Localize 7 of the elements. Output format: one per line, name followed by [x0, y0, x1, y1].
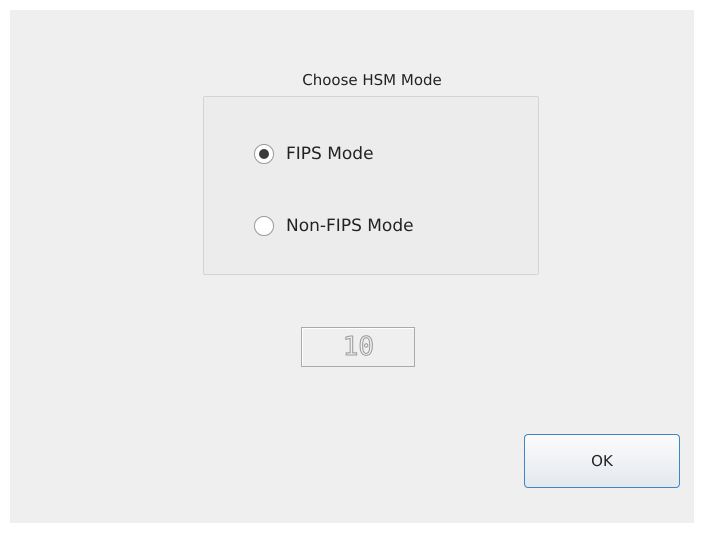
lcd-number: 10	[342, 332, 374, 362]
radio-button[interactable]	[254, 144, 274, 164]
radio-label[interactable]: Non-FIPS Mode	[286, 215, 414, 237]
ok-button[interactable]: OK	[524, 434, 680, 488]
radio-label[interactable]: FIPS Mode	[286, 143, 374, 165]
radio-button[interactable]	[254, 216, 274, 236]
group-title: Choose HSM Mode	[302, 70, 442, 90]
